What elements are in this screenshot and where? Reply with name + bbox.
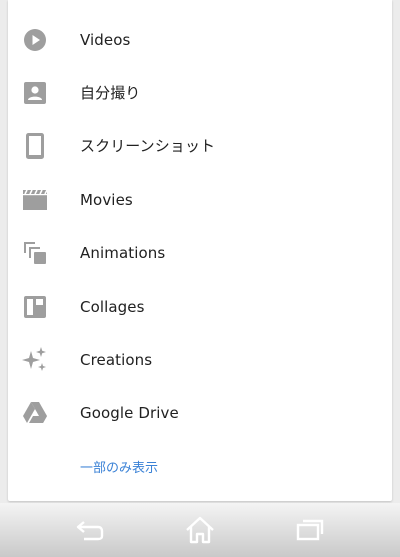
play-circle-icon bbox=[22, 27, 48, 53]
screen: Videos 自分撮り スクリーンショット Movies Animations bbox=[0, 0, 400, 557]
stacked-frames-icon bbox=[22, 240, 48, 266]
menu-item-label: Animations bbox=[80, 243, 166, 262]
home-button[interactable] bbox=[180, 513, 220, 547]
menu-item-movies[interactable]: Movies bbox=[8, 173, 392, 226]
menu-item-label: スクリーンショット bbox=[80, 137, 216, 155]
menu-item-videos[interactable]: Videos bbox=[8, 13, 392, 66]
menu-item-selfies[interactable]: 自分撮り bbox=[8, 66, 392, 119]
menu-card: Videos 自分撮り スクリーンショット Movies Animations bbox=[8, 0, 392, 501]
menu-item-label: Movies bbox=[80, 190, 133, 209]
recents-button[interactable] bbox=[290, 513, 330, 547]
back-icon bbox=[75, 519, 105, 541]
back-button[interactable] bbox=[70, 513, 110, 547]
collage-icon bbox=[22, 294, 48, 320]
menu-item-label: Videos bbox=[80, 30, 131, 49]
menu-item-google-drive[interactable]: Google Drive bbox=[8, 386, 392, 439]
menu-item-label: 自分撮り bbox=[80, 84, 141, 102]
sparkle-icon bbox=[22, 346, 48, 373]
home-icon bbox=[185, 516, 215, 544]
phone-icon bbox=[22, 132, 48, 159]
clapperboard-icon bbox=[22, 187, 48, 213]
menu-item-creations[interactable]: Creations bbox=[8, 333, 392, 386]
drive-icon bbox=[22, 400, 48, 426]
show-less-link[interactable]: 一部のみ表示 bbox=[80, 457, 158, 476]
system-navigation-bar bbox=[0, 503, 400, 557]
menu-item-label: Google Drive bbox=[80, 403, 179, 422]
portrait-icon bbox=[22, 80, 48, 106]
menu-item-collages[interactable]: Collages bbox=[8, 280, 392, 333]
menu-item-animations[interactable]: Animations bbox=[8, 226, 392, 279]
menu-item-screenshots[interactable]: スクリーンショット bbox=[8, 119, 392, 172]
recents-icon bbox=[296, 519, 324, 541]
menu-item-label: Creations bbox=[80, 350, 153, 369]
menu-item-label: Collages bbox=[80, 297, 145, 316]
